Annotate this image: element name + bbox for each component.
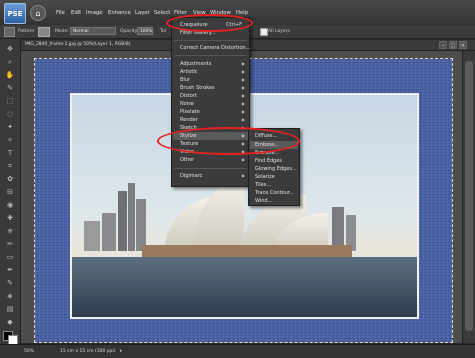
menu-separator [174,40,247,41]
status-menu-arrow-icon[interactable]: ▸ [120,348,123,354]
red-eye-tool-icon[interactable]: ◉ [4,201,16,210]
smart-brush-tool-icon[interactable]: ✎ [4,279,16,288]
all-layers-label: All Layers [268,29,290,34]
highlight-ring-stylize-emboss [157,127,300,155]
type-tool-icon[interactable]: T [4,149,16,158]
opacity-field[interactable]: 100% [137,27,153,35]
submenu-item-find-edges[interactable]: Find Edges [255,158,282,164]
vertical-scrollbar[interactable] [462,51,475,343]
harbour-water [72,257,417,317]
menu-select[interactable]: Select [154,10,170,16]
zoom-tool-icon[interactable]: ⌕ [4,58,16,67]
straighten-tool-icon[interactable]: ⊟ [4,188,16,197]
status-bar: 50% 15 cm x 15 cm (300 ppi) ▸ [0,344,475,358]
submenu-arrow-icon: ▶ [241,93,245,98]
toolbox: ✥ ⌕ ✋ ✎ ⬚ ◌ ✦ ✧ T ⌗ ✿ ⊟ ◉ ✚ ⎈ ✏ ▭ ✒ ✎ ◈ … [0,39,21,345]
menu-layer[interactable]: Layer [135,10,150,16]
opacity-label: Opacity: [120,29,139,34]
pattern-label: Pattern [18,29,35,34]
tolerance-label: Tol [160,29,166,34]
menu-item-pixelate[interactable]: Pixelate [180,109,200,115]
shape-tool-icon[interactable]: ◆ [4,318,16,327]
tool-preset-icon[interactable] [4,27,15,37]
scrollbar-thumb[interactable] [465,61,473,331]
close-icon[interactable]: × [459,41,467,49]
submenu-item-wind[interactable]: Wind... [255,198,272,204]
crop-tool-icon[interactable]: ⌗ [4,162,16,171]
submenu-arrow-icon: ▶ [241,101,245,106]
gradient-tool-icon[interactable]: ▤ [4,305,16,314]
menu-item-brush-strokes[interactable]: Brush Strokes [180,85,215,91]
pencil-tool-icon[interactable]: ✏ [4,240,16,249]
menu-item-blur[interactable]: Blur [180,77,190,83]
mode-label: Mode: [55,29,69,34]
menu-item-render[interactable]: Render [180,117,198,123]
move-tool-icon[interactable]: ✥ [4,45,16,54]
submenu-arrow-icon: ▶ [241,117,245,122]
menu-item-artistic[interactable]: Artistic [180,69,198,75]
app-logo-text: PSE [7,9,23,18]
menu-image[interactable]: Image [86,10,103,16]
menu-item-adjustments[interactable]: Adjustments [180,61,211,67]
all-layers-checkbox[interactable] [260,28,268,36]
healing-brush-tool-icon[interactable]: ✚ [4,214,16,223]
lasso-tool-icon[interactable]: ◌ [4,110,16,119]
highlight-ring-craquelure [166,14,253,32]
menu-separator [174,168,247,169]
opacity-value: 100% [140,29,153,34]
menu-item-noise[interactable]: Noise [180,101,194,107]
skyline-building [136,199,146,251]
submenu-item-glowing-edges[interactable]: Glowing Edges... [255,166,297,172]
pattern-swatch[interactable] [38,27,50,37]
home-icon[interactable]: ⌂ [30,5,46,21]
skyline-building [102,213,116,251]
menu-item-correct-camera-distortion[interactable]: Correct Camera Distortion... [180,45,250,51]
submenu-arrow-icon: ▶ [241,61,245,66]
submenu-arrow-icon: ▶ [241,109,245,114]
brush-tool-icon[interactable]: ✒ [4,266,16,275]
eraser-tool-icon[interactable]: ▭ [4,253,16,262]
submenu-arrow-icon: ▶ [241,85,245,90]
mode-select[interactable]: Normal [70,27,116,35]
magic-wand-tool-icon[interactable]: ✦ [4,123,16,132]
marquee-tool-icon[interactable]: ⬚ [4,97,16,106]
clone-stamp-tool-icon[interactable]: ⎈ [4,227,16,236]
selection-brush-tool-icon[interactable]: ✧ [4,136,16,145]
cookie-cutter-tool-icon[interactable]: ✿ [4,175,16,184]
skyline-building [128,183,135,251]
skyline-building [118,191,127,251]
submenu-arrow-icon: ▶ [241,69,245,74]
eyedropper-tool-icon[interactable]: ✎ [4,84,16,93]
document-size: 15 cm x 15 cm (300 ppi) [60,349,116,354]
menu-separator [174,55,247,56]
menu-file[interactable]: File [56,10,65,16]
submenu-arrow-icon: ▶ [241,173,245,178]
menu-item-distort[interactable]: Distort [180,93,197,99]
paint-bucket-tool-icon[interactable]: ◈ [4,292,16,301]
menu-item-digimarc[interactable]: Digimarc [180,173,202,179]
submenu-item-solarize[interactable]: Solarize [255,174,275,180]
menu-enhance[interactable]: Enhance [108,10,131,16]
document-title: IMG_2840_frame-1.jpg @ 50%(Layer 1, RGB/… [25,42,131,47]
submenu-arrow-icon: ▶ [241,77,245,82]
menu-edit[interactable]: Edit [71,10,81,16]
menu-item-other[interactable]: Other [180,157,194,163]
hand-tool-icon[interactable]: ✋ [4,71,16,80]
submenu-item-trace-contour[interactable]: Trace Contour... [255,190,294,196]
app-logo: PSE [4,3,26,24]
maximize-icon[interactable]: □ [449,41,457,49]
menu-help[interactable]: Help [236,10,248,16]
skyline-building [84,221,100,251]
submenu-arrow-icon: ▶ [241,157,245,162]
opera-house-shell [192,179,244,255]
submenu-item-tiles[interactable]: Tiles... [255,182,271,188]
minimize-icon[interactable]: – [439,41,447,49]
zoom-level[interactable]: 50% [24,349,34,354]
filter-menu: Craquelure Ctrl+F Filter Gallery... Corr… [171,17,250,187]
mode-value: Normal [73,29,89,34]
